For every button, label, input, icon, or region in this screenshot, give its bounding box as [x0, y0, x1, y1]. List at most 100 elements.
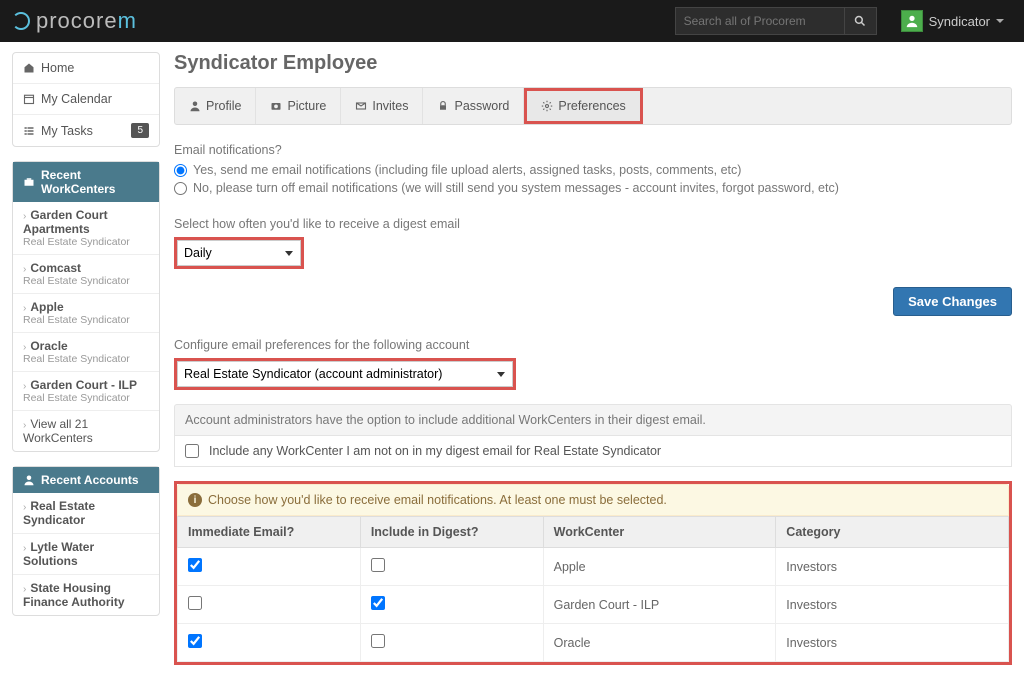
tab-invites-label: Invites	[372, 99, 408, 113]
tab-profile-label: Profile	[206, 99, 241, 113]
chevron-down-icon	[996, 19, 1004, 23]
immediate-checkbox[interactable]	[188, 634, 202, 648]
account-name: State Housing Finance Authority	[23, 581, 125, 609]
account-list: ›Real Estate Syndicator›Lytle Water Solu…	[13, 493, 159, 615]
user-icon	[189, 100, 201, 112]
tasks-badge: 5	[131, 123, 149, 138]
row-category: Investors	[776, 624, 1009, 662]
info-icon: i	[188, 493, 202, 507]
account-name: Lytle Water Solutions	[23, 540, 94, 568]
admin-note: Account administrators have the option t…	[174, 404, 1012, 436]
account-item[interactable]: ›Lytle Water Solutions	[13, 533, 159, 574]
workcenter-item[interactable]: › Garden Court - ILPReal Estate Syndicato…	[13, 371, 159, 410]
chevron-right-icon: ›	[23, 211, 26, 222]
tab-picture[interactable]: Picture	[256, 88, 341, 124]
workcenter-sub: Real Estate Syndicator	[23, 353, 149, 365]
view-all-label: View all 21 WorkCenters	[23, 417, 93, 445]
tab-preferences[interactable]: Preferences	[524, 88, 642, 124]
calendar-icon	[23, 93, 35, 105]
digest-frequency-select-wrap: Daily	[177, 240, 301, 266]
tab-preferences-label: Preferences	[558, 99, 625, 113]
logo[interactable]: procorem	[12, 8, 137, 34]
digest-frequency-label: Select how often you'd like to receive a…	[174, 217, 1012, 231]
tab-password[interactable]: Password	[423, 88, 524, 124]
chevron-right-icon: ›	[23, 264, 26, 275]
workcenter-sub: Real Estate Syndicator	[23, 275, 149, 287]
immediate-checkbox[interactable]	[188, 596, 202, 610]
chevron-right-icon: ›	[23, 584, 26, 595]
workcenter-name: Comcast	[30, 261, 81, 275]
workcenter-name: Garden Court - ILP	[30, 378, 137, 392]
tasks-icon	[23, 125, 35, 137]
account-select[interactable]: Real Estate Syndicator (account administ…	[177, 361, 513, 387]
th-category: Category	[776, 517, 1009, 548]
radio-yes-row[interactable]: Yes, send me email notifications (includ…	[174, 163, 1012, 177]
search-icon	[854, 15, 866, 27]
view-all-workcenters[interactable]: ›View all 21 WorkCenters	[13, 410, 159, 451]
account-name: Real Estate Syndicator	[23, 499, 95, 527]
include-any-row: Include any WorkCenter I am not on in my…	[174, 436, 1012, 467]
main-content: Syndicator Employee Profile Picture Invi…	[174, 52, 1012, 665]
th-workcenter: WorkCenter	[543, 517, 776, 548]
recent-accounts-title: Recent Accounts	[41, 473, 139, 487]
nav-home-label: Home	[41, 61, 74, 75]
table-row: AppleInvestors	[178, 548, 1009, 586]
row-workcenter: Garden Court - ILP	[543, 586, 776, 624]
chevron-right-icon: ›	[23, 502, 26, 513]
workcenter-item[interactable]: › OracleReal Estate Syndicator	[13, 332, 159, 371]
profile-tabs: Profile Picture Invites Password Prefere…	[174, 87, 1012, 125]
sidebar: Home My Calendar My Tasks 5 Recent WorkC…	[12, 52, 160, 665]
workcenter-item[interactable]: › ComcastReal Estate Syndicator	[13, 254, 159, 293]
configure-account-label: Configure email preferences for the foll…	[174, 338, 1012, 352]
account-item[interactable]: ›State Housing Finance Authority	[13, 574, 159, 615]
recent-accounts-header: Recent Accounts	[13, 467, 159, 493]
workcenter-name: Oracle	[30, 339, 67, 353]
account-item[interactable]: ›Real Estate Syndicator	[13, 493, 159, 533]
recent-workcenters-header: Recent WorkCenters	[13, 162, 159, 202]
nav-tasks-label: My Tasks	[41, 124, 93, 138]
main-nav: Home My Calendar My Tasks 5	[12, 52, 160, 147]
save-changes-button[interactable]: Save Changes	[893, 287, 1012, 316]
logo-text: procorem	[36, 8, 137, 34]
search-input[interactable]	[675, 7, 845, 35]
radio-yes[interactable]	[174, 164, 187, 177]
choose-note-text: Choose how you'd like to receive email n…	[208, 493, 667, 507]
recent-workcenters-panel: Recent WorkCenters ›Garden Court Apartme…	[12, 161, 160, 452]
digest-checkbox[interactable]	[371, 596, 385, 610]
accounts-icon	[23, 474, 35, 486]
workcenter-item[interactable]: ›AppleReal Estate Syndicator	[13, 293, 159, 332]
tab-invites[interactable]: Invites	[341, 88, 423, 124]
table-row: Garden Court - ILPInvestors	[178, 586, 1009, 624]
row-workcenter: Oracle	[543, 624, 776, 662]
th-immediate: Immediate Email?	[178, 517, 361, 548]
digest-checkbox[interactable]	[371, 558, 385, 572]
digest-frequency-select[interactable]: Daily	[177, 240, 301, 266]
briefcase-icon	[23, 176, 35, 188]
radio-no-row[interactable]: No, please turn off email notifications …	[174, 181, 1012, 195]
immediate-checkbox[interactable]	[188, 558, 202, 572]
lock-icon	[437, 100, 449, 112]
camera-icon	[270, 100, 282, 112]
user-icon	[905, 14, 919, 28]
topbar: procorem Syndicator	[0, 0, 1024, 42]
nav-home[interactable]: Home	[13, 53, 159, 83]
workcenter-sub: Real Estate Syndicator	[23, 392, 149, 404]
include-any-checkbox[interactable]	[185, 444, 199, 458]
tab-password-label: Password	[454, 99, 509, 113]
envelope-icon	[355, 100, 367, 112]
row-workcenter: Apple	[543, 548, 776, 586]
chevron-right-icon: ›	[23, 342, 26, 353]
username: Syndicator	[929, 14, 990, 29]
row-category: Investors	[776, 548, 1009, 586]
chevron-right-icon: ›	[23, 381, 26, 392]
nav-tasks[interactable]: My Tasks 5	[13, 114, 159, 146]
workcenter-name: Apple	[30, 300, 63, 314]
recent-workcenters-title: Recent WorkCenters	[41, 168, 149, 196]
radio-no[interactable]	[174, 182, 187, 195]
nav-calendar[interactable]: My Calendar	[13, 83, 159, 114]
user-menu[interactable]: Syndicator	[893, 6, 1012, 36]
workcenter-item[interactable]: ›Garden Court ApartmentsReal Estate Synd…	[13, 202, 159, 254]
digest-checkbox[interactable]	[371, 634, 385, 648]
tab-profile[interactable]: Profile	[175, 88, 256, 124]
search-button[interactable]	[845, 7, 877, 35]
